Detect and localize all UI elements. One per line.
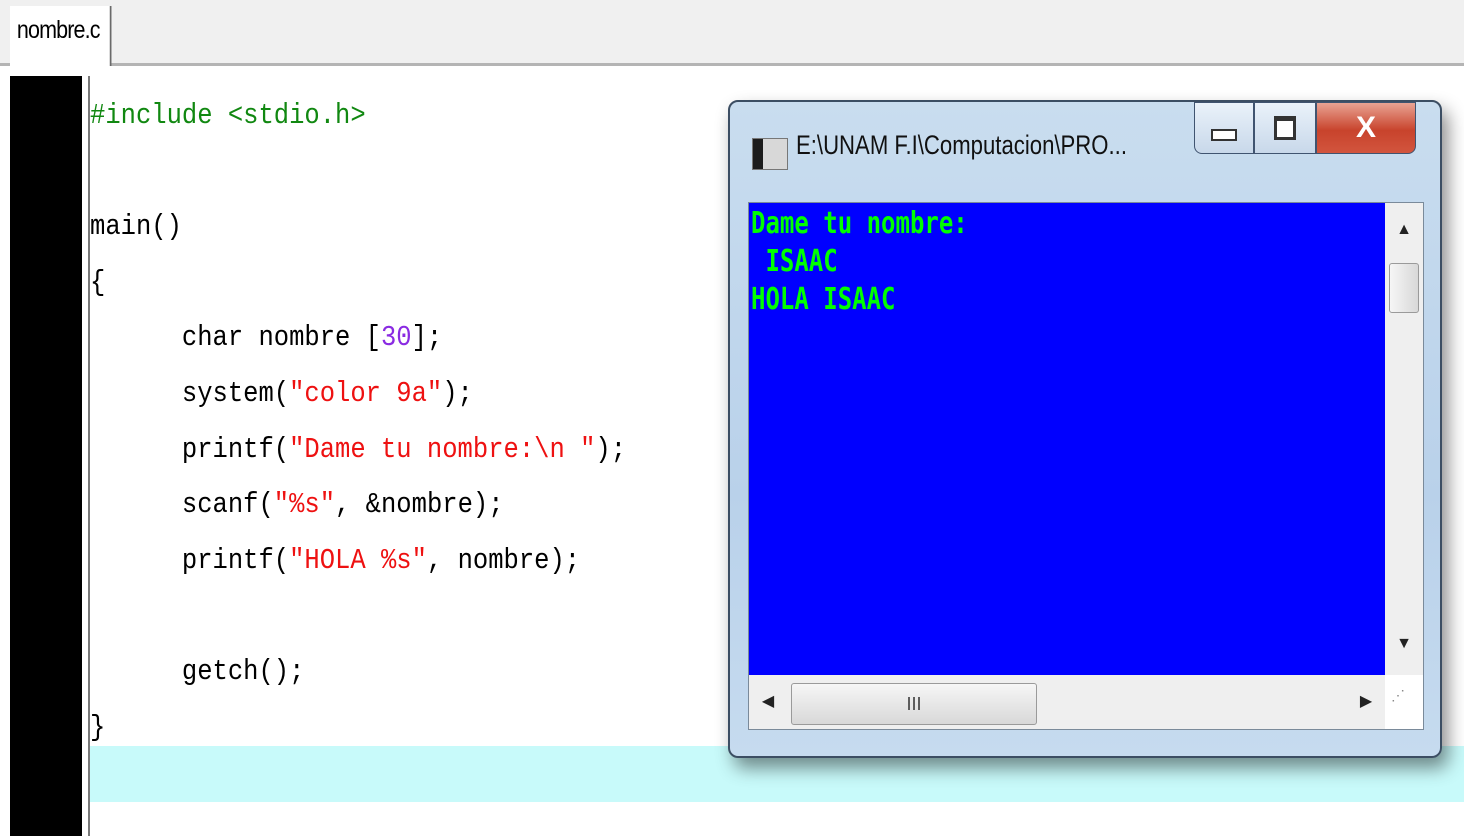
code-token: { bbox=[90, 265, 106, 299]
scroll-left-icon[interactable]: ◀ bbox=[749, 691, 787, 711]
console-app-icon bbox=[752, 138, 788, 170]
code-token: getch(); bbox=[90, 654, 305, 688]
console-window[interactable]: E:\UNAM F.I\Computacion\PRO... X Dame tu… bbox=[728, 100, 1442, 758]
code-token: scanf( bbox=[90, 488, 274, 522]
close-icon: X bbox=[1355, 111, 1376, 144]
code-token: "HOLA %s" bbox=[289, 543, 427, 577]
code-token: #include <stdio.h> bbox=[90, 99, 366, 132]
console-screen[interactable]: Dame tu nombre: ISAAC HOLA ISAAC bbox=[749, 203, 1385, 675]
code-line[interactable]: { bbox=[90, 255, 626, 311]
code-line[interactable]: #include <stdio.h> bbox=[90, 88, 626, 144]
close-button[interactable]: X bbox=[1316, 102, 1416, 154]
tab-nombre-c[interactable]: nombre.c bbox=[10, 6, 112, 66]
horizontal-scrollbar[interactable]: ◀ III ▶ bbox=[749, 675, 1385, 729]
code-line[interactable] bbox=[90, 144, 626, 200]
editor-tab-bar: nombre.c bbox=[0, 0, 1464, 66]
minimize-icon bbox=[1211, 129, 1237, 141]
code-line[interactable]: system("color 9a"); bbox=[90, 366, 626, 422]
code-token: , &nombre); bbox=[335, 488, 504, 522]
code-token: , nombre); bbox=[426, 543, 581, 577]
vertical-scrollbar[interactable]: ▲ ▼ bbox=[1385, 203, 1423, 675]
code-token: printf( bbox=[90, 543, 290, 577]
source-code[interactable]: #include <stdio.h> main() { char nombre [3… bbox=[90, 88, 699, 755]
maximize-button[interactable] bbox=[1254, 102, 1316, 154]
code-line[interactable]: printf("HOLA %s", nombre); bbox=[90, 533, 626, 589]
scroll-down-icon[interactable]: ▼ bbox=[1385, 635, 1423, 653]
code-line[interactable]: } bbox=[90, 700, 626, 756]
code-token: ); bbox=[595, 432, 627, 466]
code-line[interactable]: getch(); bbox=[90, 644, 626, 700]
console-window-title: E:\UNAM F.I\Computacion\PRO... bbox=[796, 130, 1127, 160]
console-output: Dame tu nombre: ISAAC HOLA ISAAC bbox=[751, 206, 968, 317]
code-token: ]; bbox=[411, 321, 443, 355]
code-line[interactable]: main() bbox=[90, 199, 626, 255]
code-line[interactable]: printf("Dame tu nombre:\n "); bbox=[90, 422, 626, 478]
horizontal-scroll-thumb[interactable]: III bbox=[791, 683, 1037, 725]
code-token: "%s" bbox=[273, 488, 336, 522]
code-token: char nombre [ bbox=[90, 321, 381, 355]
code-token: main() bbox=[90, 210, 182, 244]
vertical-scroll-thumb[interactable] bbox=[1389, 263, 1419, 313]
code-line[interactable] bbox=[90, 588, 626, 644]
code-token: ); bbox=[442, 376, 473, 410]
code-token: "Dame tu nombre:\n " bbox=[289, 432, 596, 466]
minimize-button[interactable] bbox=[1194, 102, 1254, 154]
code-line[interactable]: scanf("%s", &nombre); bbox=[90, 477, 626, 533]
console-body: Dame tu nombre: ISAAC HOLA ISAAC ▲ ▼ ◀ I… bbox=[748, 202, 1424, 730]
code-token: printf( bbox=[90, 432, 290, 466]
editor-gutter bbox=[10, 76, 82, 836]
maximize-icon bbox=[1274, 116, 1296, 140]
code-token: "color 9a" bbox=[289, 376, 443, 410]
code-token: } bbox=[90, 710, 106, 744]
scroll-right-icon[interactable]: ▶ bbox=[1347, 691, 1385, 711]
code-token: system( bbox=[90, 376, 290, 410]
scroll-up-icon[interactable]: ▲ bbox=[1385, 221, 1423, 239]
code-token: 30 bbox=[380, 321, 412, 355]
code-line[interactable]: char nombre [30]; bbox=[90, 310, 626, 366]
resize-grip-icon[interactable]: ⋰ bbox=[1391, 687, 1405, 704]
